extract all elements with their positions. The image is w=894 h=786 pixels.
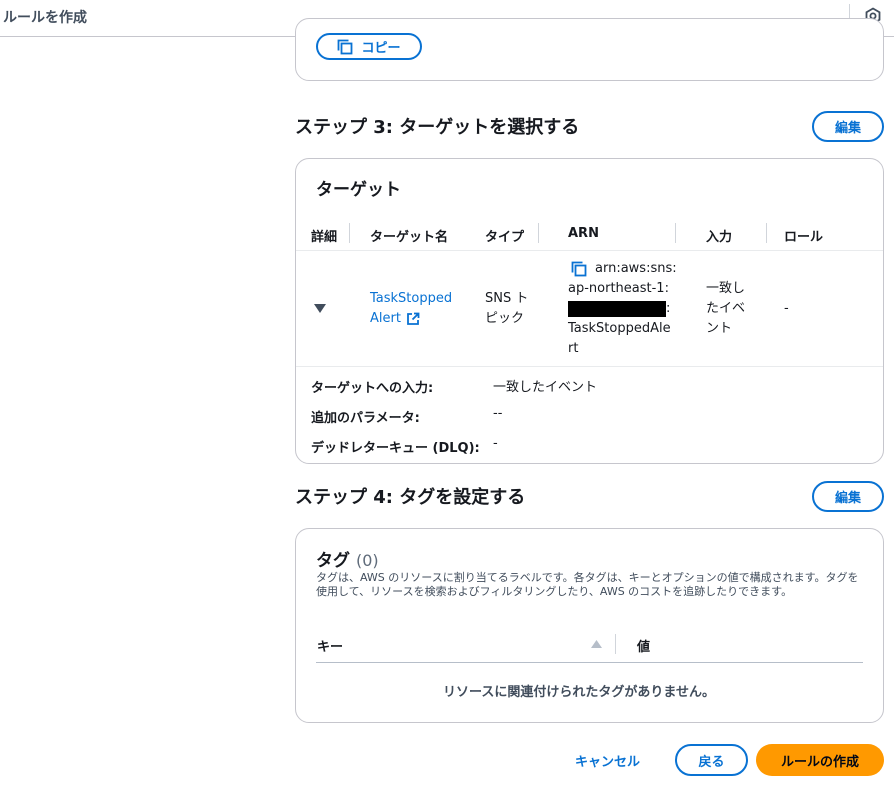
- back-button-label: 戻る: [698, 754, 725, 770]
- tags-description: タグは、AWS のリソースに割り当てるラベルです。各タグは、キーとオプションの値…: [316, 571, 859, 598]
- col-separator: [675, 223, 676, 243]
- copy-button-label: コピー: [361, 41, 401, 56]
- empty-tags-message: リソースに関連付けられたタグがありません。: [443, 685, 715, 700]
- type-line: ピック: [485, 311, 525, 326]
- tags-table-divider: [316, 662, 863, 663]
- detail-value: 一致したイベント: [493, 380, 598, 395]
- col-separator: [349, 223, 350, 243]
- arn-line: ap-northeast-1:: [568, 281, 669, 296]
- tags-heading: タグ (0): [316, 546, 379, 571]
- target-card-title: ターゲット: [316, 180, 401, 200]
- cancel-button[interactable]: キャンセル: [575, 751, 640, 770]
- step3-title: ステップ 3: ターゲットを選択する: [295, 117, 580, 138]
- row-divider: [296, 366, 883, 367]
- col-type: タイプ: [485, 230, 525, 245]
- arn-line: :: [666, 301, 671, 316]
- col-target-name: ターゲット名: [370, 230, 449, 245]
- type-line: SNS ト: [485, 291, 529, 306]
- target-type: SNS ト ピック: [485, 289, 528, 329]
- external-link-icon: [407, 312, 420, 325]
- edit-button-label: 編集: [834, 121, 861, 136]
- target-input: 一致し たイベ ント: [706, 279, 745, 339]
- col-separator: [766, 223, 767, 243]
- col-separator: [538, 223, 539, 243]
- col-details: 詳細: [311, 230, 338, 245]
- col-role: ロール: [784, 230, 824, 245]
- copy-button[interactable]: コピー: [316, 33, 422, 60]
- col-input: 入力: [706, 230, 733, 245]
- arn-line: rt: [568, 341, 579, 356]
- copy-icon: [338, 39, 353, 54]
- arn-line: arn:aws:sns:: [595, 261, 677, 276]
- step3-edit-button[interactable]: 編集: [812, 111, 884, 142]
- tags-card-title: タグ: [316, 551, 350, 571]
- target-name-line: Alert: [370, 311, 401, 326]
- create-rule-button[interactable]: ルールの作成: [756, 744, 884, 776]
- redacted-account-id: [568, 301, 666, 317]
- back-button[interactable]: 戻る: [675, 744, 748, 776]
- arn-line: TaskStoppedAle: [568, 321, 671, 336]
- caret-down-icon[interactable]: [314, 304, 326, 314]
- target-name-link[interactable]: TaskStopped Alert: [370, 289, 452, 329]
- copy-icon[interactable]: [571, 261, 587, 277]
- detail-label: 追加のパラメータ:: [311, 411, 420, 426]
- detail-value: -: [493, 436, 498, 451]
- step4-title: ステップ 4: タグを設定する: [295, 487, 526, 508]
- target-role: -: [784, 301, 789, 316]
- target-arn: arn:aws:sns: ap-northeast-1: : TaskStopp…: [568, 259, 678, 359]
- col-key[interactable]: キー: [317, 636, 343, 655]
- step4-edit-button[interactable]: 編集: [812, 481, 884, 512]
- col-arn: ARN: [568, 226, 599, 241]
- input-line: ント: [706, 321, 733, 336]
- detail-label: デッドレターキュー (DLQ):: [311, 441, 480, 456]
- detail-label: ターゲットへの入力:: [311, 381, 434, 396]
- target-name-line: TaskStopped: [370, 291, 453, 306]
- tag-count: (0): [356, 551, 379, 570]
- page-title: ルールを作成: [3, 10, 87, 26]
- sort-up-icon[interactable]: [591, 640, 602, 648]
- col-separator: [615, 634, 616, 654]
- detail-value: --: [493, 406, 503, 421]
- col-value: 値: [637, 640, 651, 655]
- edit-button-label: 編集: [834, 491, 861, 506]
- input-line: 一致し: [706, 281, 746, 296]
- input-line: たイベ: [706, 301, 746, 316]
- table-divider: [296, 250, 883, 251]
- create-rule-button-label: ルールの作成: [780, 754, 859, 770]
